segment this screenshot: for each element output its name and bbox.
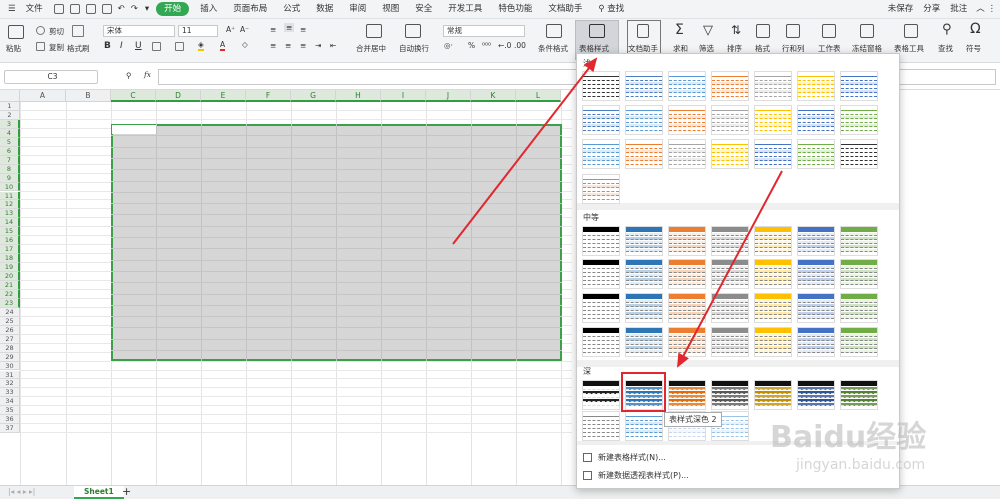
arrow-to-dark-style xyxy=(677,170,783,368)
arrow-to-table-style xyxy=(452,57,598,245)
watermark-brand: Baidu xyxy=(770,420,867,455)
watermark-brand-cn: 经验 xyxy=(866,420,927,455)
watermark-url: jingyan.baidu.com xyxy=(796,457,926,473)
baidu-watermark: Baidu经验 xyxy=(770,412,926,456)
